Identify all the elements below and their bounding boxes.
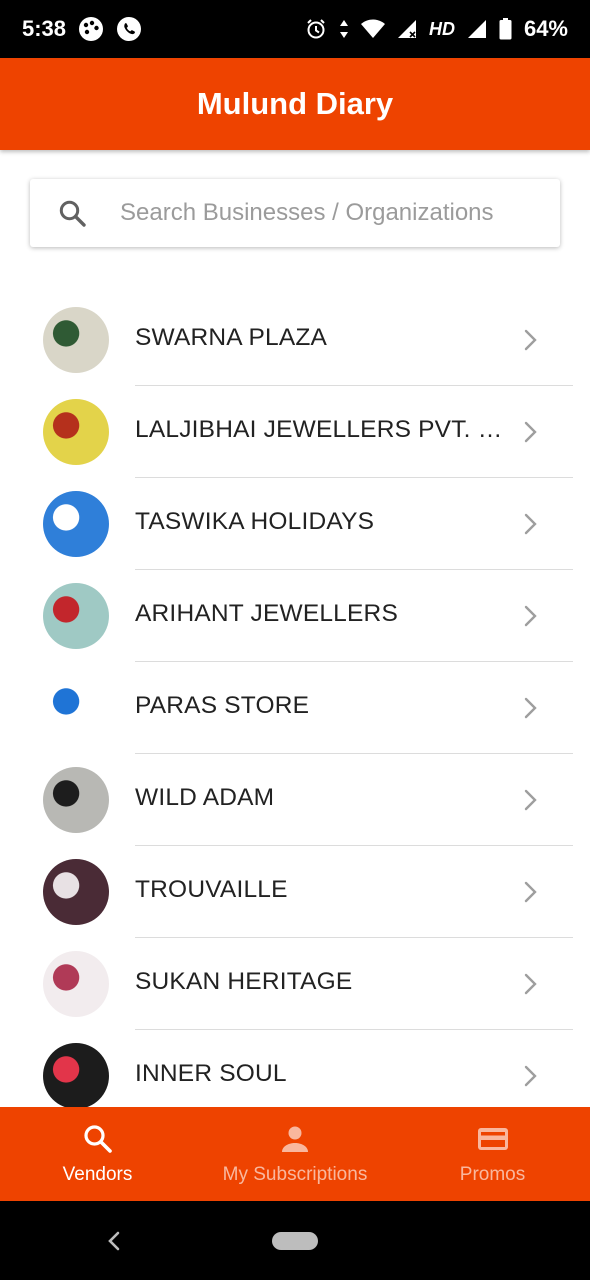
vendor-name: TASWIKA HOLIDAYS: [135, 508, 375, 535]
person-icon: [279, 1123, 311, 1160]
vendor-list: SWARNA PLAZA LALJIBHAI JEWELLERS PVT. LTD…: [0, 294, 590, 1122]
whatsapp-icon: [116, 16, 142, 42]
home-pill[interactable]: [272, 1232, 318, 1250]
search-icon: [82, 1123, 114, 1160]
chevron-right-icon: [524, 605, 537, 627]
vendor-name: LALJIBHAI JEWELLERS PVT. LTD.: [135, 416, 510, 443]
vendor-avatar: [43, 491, 109, 557]
network-type-label: HD: [428, 18, 455, 39]
list-item[interactable]: SUKAN HERITAGE: [0, 938, 590, 1030]
battery-percent: 64%: [523, 16, 568, 41]
vendor-name: INNER SOUL: [135, 1060, 287, 1087]
app-screen: 5:38 HD 64% Mulund Diary Search Business…: [0, 0, 590, 1280]
status-bar: 5:38 HD 64%: [0, 0, 590, 58]
list-item[interactable]: LALJIBHAI JEWELLERS PVT. LTD.: [0, 386, 590, 478]
list-item[interactable]: SWARNA PLAZA: [0, 294, 590, 386]
search-box[interactable]: [30, 179, 560, 247]
vendor-avatar: [43, 1043, 109, 1109]
signal-no-data-icon: [397, 19, 417, 39]
chevron-right-icon: [524, 973, 537, 995]
vendor-avatar: [43, 859, 109, 925]
vendor-avatar: [43, 583, 109, 649]
nav-vendors-label: Vendors: [62, 1163, 133, 1185]
nav-promos-label: Promos: [459, 1163, 526, 1185]
vendor-name: PARAS STORE: [135, 692, 310, 719]
vendor-name: TROUVAILLE: [135, 876, 288, 903]
list-item[interactable]: ARIHANT JEWELLERS: [0, 570, 590, 662]
vendor-avatar: [43, 675, 109, 741]
card-icon: [476, 1123, 510, 1160]
vendor-avatar: [43, 399, 109, 465]
data-arrows-icon: [339, 19, 349, 39]
nav-promos[interactable]: Promos: [395, 1107, 590, 1201]
list-item[interactable]: TASWIKA HOLIDAYS: [0, 478, 590, 570]
bottom-navigation: Vendors My Subscriptions Promos: [0, 1107, 590, 1201]
chevron-right-icon: [524, 697, 537, 719]
vendor-avatar: [43, 767, 109, 833]
chevron-right-icon: [524, 329, 537, 351]
list-item[interactable]: PARAS STORE: [0, 662, 590, 754]
chevron-right-icon: [524, 513, 537, 535]
vendor-name: SUKAN HERITAGE: [135, 968, 353, 995]
system-navigation-bar: [0, 1201, 590, 1280]
status-right: HD 64%: [305, 16, 568, 42]
search-icon: [58, 199, 88, 229]
vendor-name: ARIHANT JEWELLERS: [135, 600, 398, 627]
list-item[interactable]: TROUVAILLE: [0, 846, 590, 938]
signal-icon: [467, 19, 487, 39]
list-item[interactable]: WILD ADAM: [0, 754, 590, 846]
vendor-name: WILD ADAM: [135, 784, 275, 811]
status-time: 5:38: [22, 16, 67, 41]
search-input[interactable]: [120, 193, 495, 233]
vendor-avatar: [43, 307, 109, 373]
chevron-right-icon: [524, 1065, 537, 1087]
chevron-right-icon: [524, 881, 537, 903]
battery-icon: [499, 18, 512, 40]
wifi-icon: [360, 19, 385, 39]
game-icon: [78, 16, 104, 42]
vendor-name: SWARNA PLAZA: [135, 324, 328, 351]
app-bar: Mulund Diary: [0, 58, 590, 150]
nav-vendors[interactable]: Vendors: [0, 1107, 195, 1201]
alarm-icon: [305, 18, 327, 40]
back-icon[interactable]: [104, 1229, 124, 1253]
chevron-right-icon: [524, 789, 537, 811]
status-left: 5:38: [22, 16, 142, 42]
vendor-avatar: [43, 951, 109, 1017]
page-title: Mulund Diary: [196, 86, 394, 121]
nav-my-subscriptions[interactable]: My Subscriptions: [195, 1107, 395, 1201]
chevron-right-icon: [524, 421, 537, 443]
nav-my-subscriptions-label: My Subscriptions: [222, 1163, 368, 1185]
